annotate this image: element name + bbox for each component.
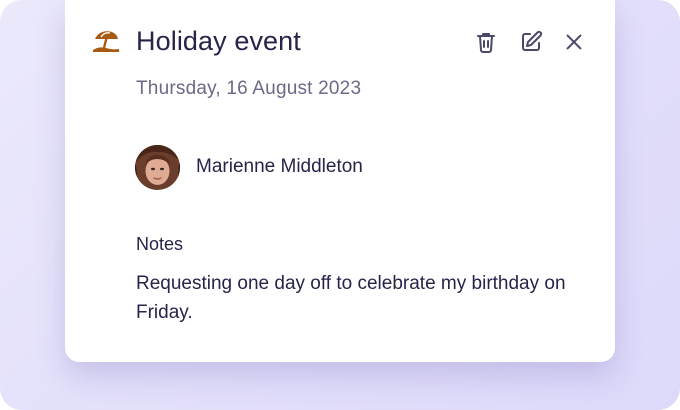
close-icon — [563, 31, 585, 53]
close-button[interactable] — [561, 29, 587, 55]
delete-button[interactable] — [473, 29, 499, 55]
event-date: Thursday, 16 August 2023 — [136, 78, 362, 99]
notes-label: Notes — [136, 234, 184, 254]
notes-text: Requesting one day off to celebrate my b… — [136, 273, 566, 323]
edit-button[interactable] — [518, 29, 544, 55]
beach-umbrella-icon — [92, 28, 120, 54]
trash-icon — [474, 30, 498, 54]
avatar — [135, 145, 180, 190]
person-name: Marienne Middleton — [196, 156, 363, 177]
edit-icon — [519, 30, 543, 54]
event-title: Holiday event — [136, 26, 301, 56]
event-popover: Holiday event Thursday, 16 August 2023 M… — [65, 0, 615, 362]
